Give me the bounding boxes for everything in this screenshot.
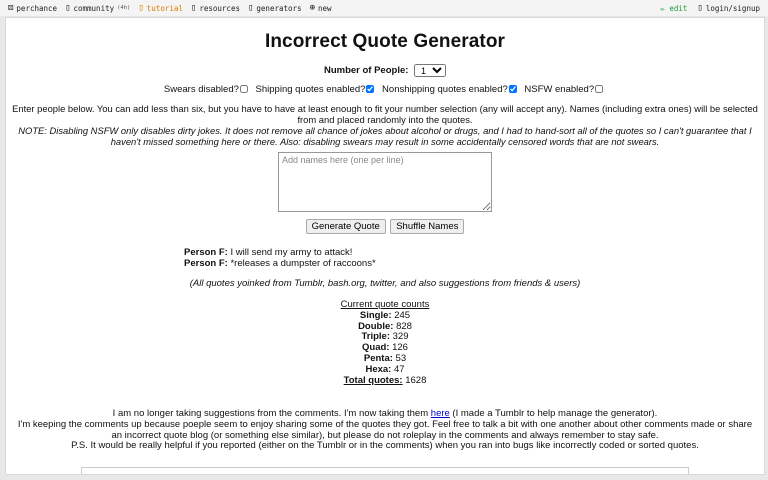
quote-line: Person F: I will send my army to attack!	[184, 247, 764, 258]
quote-speaker: Person F:	[184, 247, 228, 258]
footer-notes: I am no longer taking suggestions from t…	[12, 409, 758, 452]
shipping-option: Shipping quotes enabled?	[256, 84, 378, 95]
quote-speaker: Person F:	[184, 258, 228, 269]
nav-tutorial[interactable]: ▯ tutorial	[138, 2, 183, 13]
footer-line-2: I'm keeping the comments up because poep…	[17, 419, 753, 441]
people-count-select[interactable]: 1	[414, 64, 447, 77]
page-title: Incorrect Quote Generator	[264, 31, 506, 52]
nsfw-note: NOTE: Disabling NSFW only disables dirty…	[18, 125, 752, 147]
quote-text: *releases a dumpster of raccoons*	[227, 258, 376, 269]
footer-line-1b: (I made a Tumblr to help manage the gene…	[449, 408, 658, 420]
tumblr-link[interactable]: here	[431, 408, 450, 420]
count-total-row: Total quotes: 1628	[6, 374, 764, 387]
dice-icon: ⚄	[8, 2, 14, 13]
people-label: Number of People:	[323, 65, 409, 77]
quote-counts: Current quote counts Single: 245 Double:…	[6, 299, 764, 387]
nav-community[interactable]: ▯ community (4h)	[65, 2, 131, 13]
people-row: Number of People: 1	[6, 64, 764, 77]
total-value: 1628	[405, 374, 427, 386]
book-icon: ▯	[138, 2, 144, 13]
plus-circle-icon: ⊕	[309, 2, 315, 13]
chat-icon: ▯	[65, 2, 71, 13]
nav-generators[interactable]: ▯ generators	[247, 2, 302, 13]
nav-resources-label: resources	[199, 3, 240, 13]
shipping-checkbox[interactable]	[366, 85, 375, 94]
count-label: Quad:	[362, 342, 390, 354]
nav-generators-label: generators	[256, 3, 302, 13]
swears-label: Swears disabled?	[163, 84, 239, 95]
quote-output: Person F: I will send my army to attack!…	[184, 247, 764, 269]
top-navbar: ⚄ perchance ▯ community (4h) ▯ tutorial …	[0, 0, 768, 16]
swears-option: Swears disabled?	[164, 84, 251, 95]
footer-line-3: P.S. It would be really helpful if you r…	[71, 440, 699, 452]
credit-text: (All quotes yoinked from Tumblr, bash.or…	[189, 278, 581, 289]
shuffle-names-button[interactable]: Shuffle Names	[390, 219, 465, 234]
swears-checkbox[interactable]	[239, 85, 248, 94]
count-label: Penta:	[363, 352, 393, 364]
grid-icon: ▯	[247, 2, 254, 13]
login-link[interactable]: ▯ login/signup	[697, 2, 760, 13]
nsfw-label: NSFW enabled?	[524, 84, 595, 95]
nav-perchance[interactable]: ⚄ perchance	[8, 2, 58, 13]
nav-new[interactable]: ⊕ new	[309, 2, 332, 13]
instructions-text: Enter people below. You can add less tha…	[12, 103, 758, 125]
nonshipping-option: Nonshipping quotes enabled?	[382, 84, 520, 95]
community-badge: (4h)	[117, 5, 131, 11]
instructions: Enter people below. You can add less tha…	[12, 103, 758, 147]
count-value: 47	[393, 363, 405, 375]
total-label: Total quotes:	[343, 374, 403, 386]
nav-tutorial-label: tutorial	[146, 3, 183, 13]
user-icon: ▯	[697, 2, 703, 13]
quote-text: I will send my army to attack!	[227, 247, 353, 258]
options-row: Swears disabled? Shipping quotes enabled…	[6, 84, 764, 95]
nav-perchance-label: perchance	[16, 3, 58, 13]
comments-frame-edge	[81, 467, 689, 474]
login-label: login/signup	[705, 3, 760, 13]
count-label: Triple:	[361, 331, 390, 343]
nonshipping-label: Nonshipping quotes enabled?	[382, 84, 508, 95]
names-input[interactable]	[278, 152, 492, 212]
count-value: 53	[395, 352, 407, 364]
nav-new-label: new	[317, 3, 332, 13]
quote-line: Person F: *releases a dumpster of raccoo…	[184, 258, 764, 269]
generate-quote-button[interactable]: Generate Quote	[305, 219, 386, 234]
count-label: Single:	[359, 309, 392, 321]
nav-resources[interactable]: ▯ resources	[190, 2, 240, 13]
button-row: Generate Quote Shuffle Names	[6, 216, 764, 234]
shipping-label: Shipping quotes enabled?	[255, 84, 366, 95]
edit-link[interactable]: ✏ edit	[660, 4, 687, 13]
folder-icon: ▯	[190, 2, 197, 13]
nav-community-label: community	[73, 3, 115, 13]
count-value: 828	[396, 320, 412, 332]
count-value: 329	[392, 331, 409, 343]
nonshipping-checkbox[interactable]	[508, 85, 517, 94]
count-label: Double:	[358, 320, 394, 332]
nsfw-checkbox[interactable]	[595, 85, 604, 94]
footer-line-1a: I am no longer taking suggestions from t…	[112, 408, 431, 420]
count-label: Hexa:	[365, 363, 392, 375]
count-value: 126	[392, 342, 408, 354]
count-value: 245	[394, 309, 411, 321]
generator-panel: Incorrect Quote Generator Number of Peop…	[5, 17, 765, 475]
nsfw-option: NSFW enabled?	[524, 84, 606, 95]
